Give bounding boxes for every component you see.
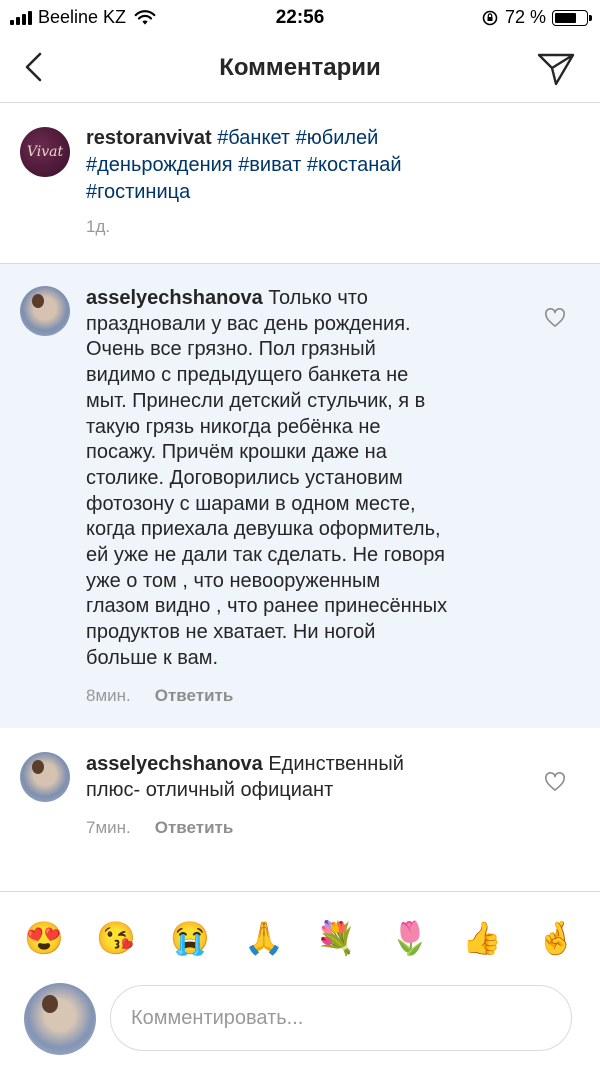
comment-line: ей уже не дали так сделать. Не говоря [86,544,445,567]
battery-icon [552,9,592,26]
heart-eyes-emoji-button[interactable]: 😍 [24,918,64,958]
comment-line: посажу. Причём крошки даже на [86,441,387,464]
kiss-emoji-button[interactable]: 😘 [96,918,136,958]
comment-line: Только что [268,287,368,309]
caption-text: restoranvivat #банкет #юбилей #деньрожде… [86,125,556,206]
hashtag-link[interactable]: #гостиница [86,181,190,203]
post-caption: Vivat restoranvivat #банкет #юбилей #ден… [0,103,600,264]
emoji-quick-bar: 😍 😘 😭 🙏 💐 🌷 👍 🤞 [0,891,600,980]
comment-line: такую грязь никогда ребёнка не [86,415,381,438]
comment-line: глазом видно , что ранее принесённых [86,595,448,618]
reply-button[interactable]: Ответить [155,818,234,837]
comment-line: когда приехала девушка оформитель, [86,518,441,541]
praying-hands-emoji-button[interactable]: 🙏 [244,918,284,958]
status-right: 72 % [481,7,592,28]
caption-username[interactable]: restoranvivat [86,127,212,149]
comment-meta: 8мин. Ответить [86,686,233,706]
comment-item: asselyechshanova Только что праздновали … [0,264,600,728]
like-button[interactable] [544,308,566,328]
comment-item: asselyechshanova Единственный плюс- отли… [0,728,600,891]
comment-line: Очень все грязно. Пол грязный [86,338,376,361]
commenter-avatar[interactable] [20,752,70,802]
comment-meta: 7мин. Ответить [86,818,233,838]
page-title: Комментарии [219,54,381,81]
bouquet-emoji-button[interactable]: 💐 [316,918,356,958]
paper-plane-icon [537,53,575,86]
battery-fill [555,12,576,23]
comment-line: Единственный [268,753,404,775]
comment-line: больше к вам. [86,646,219,669]
comment-line: видимо с предыдущего банкета не [86,364,409,387]
battery-percent: 72 % [504,7,546,27]
heart-icon [545,772,565,791]
heart-icon [545,308,565,327]
hashtag-link[interactable]: #виват [238,154,301,176]
commenter-avatar[interactable] [20,286,70,336]
comment-timestamp: 7мин. [86,818,131,837]
comment-line: столике. Договорились установим [86,466,403,489]
comment-line: праздновали у вас день рождения. [86,312,411,335]
comment-line: фотозону с шарами в одном месте, [86,492,416,515]
current-user-avatar [24,983,96,1055]
hashtag-link[interactable]: #деньрождения [86,154,233,176]
comment-text: asselyechshanova Единственный плюс- отли… [86,752,516,803]
crying-emoji-button[interactable]: 😭 [170,918,210,958]
thumbs-up-emoji-button[interactable]: 👍 [462,918,502,958]
restaurant-avatar[interactable]: Vivat [20,127,70,177]
comment-timestamp: 8мин. [86,686,131,705]
like-button[interactable] [544,772,566,792]
caption-timestamp: 1д. [86,217,111,236]
hashtag-link[interactable]: #юбилей [296,127,379,149]
comment-composer [0,979,600,1066]
tulip-emoji-button[interactable]: 🌷 [390,918,430,958]
status-bar: Beeline KZ 22:56 72 % [0,0,600,36]
comment-username[interactable]: asselyechshanova [86,753,263,775]
navigation-header: Комментарии [0,36,600,103]
comment-text: asselyechshanova Только что праздновали … [86,286,516,672]
hashtag-link[interactable]: #костанай [307,154,402,176]
hashtag-link[interactable]: #банкет [217,127,290,149]
comment-line: плюс- отличный официант [86,778,334,801]
comment-input[interactable] [110,985,572,1051]
comment-line: мыт. Принесли детский стульчик, я в [86,389,426,412]
share-button[interactable] [536,50,576,88]
crossed-fingers-emoji-button[interactable]: 🤞 [536,918,576,958]
orientation-lock-icon [482,10,498,25]
comment-username[interactable]: asselyechshanova [86,287,263,309]
comment-line: уже о том , что невооруженным [86,569,381,592]
reply-button[interactable]: Ответить [155,686,234,705]
comment-line: продуктов не хватает. Ни ногой [86,621,376,644]
